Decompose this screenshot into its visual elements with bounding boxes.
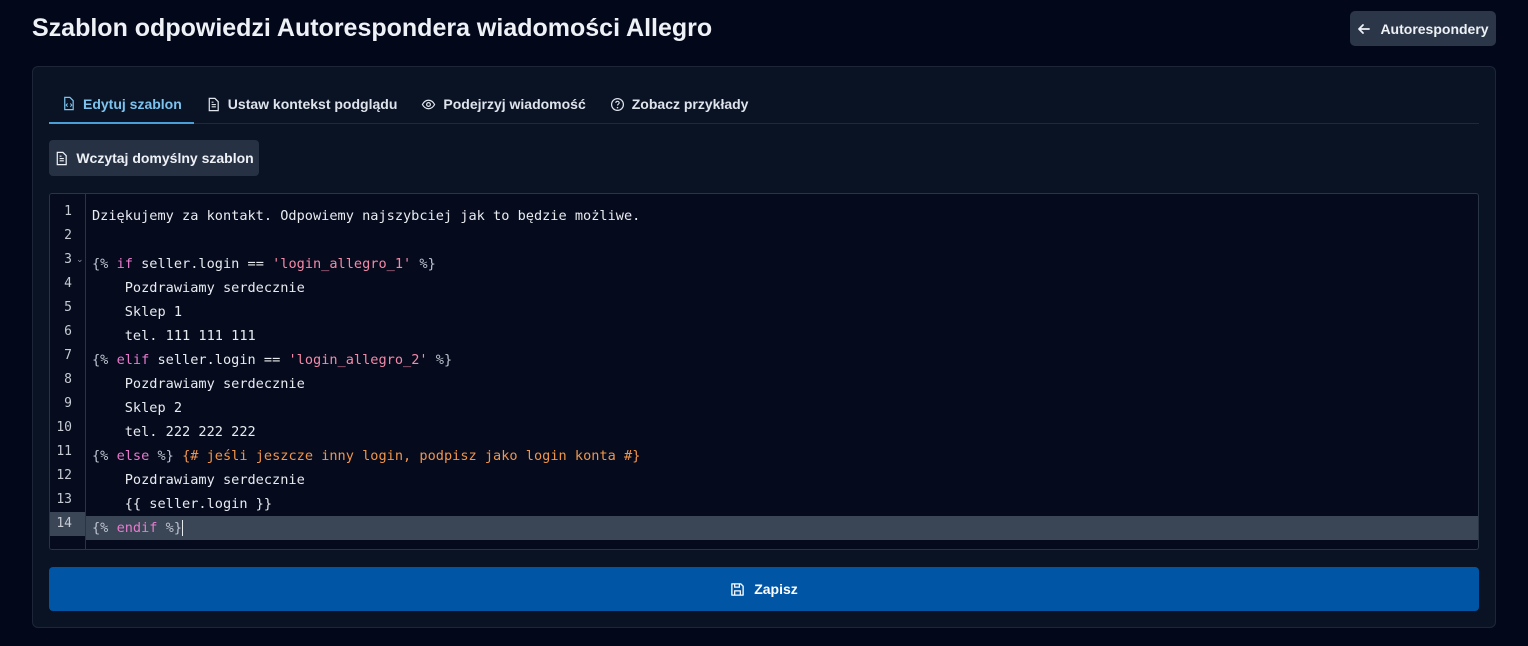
code-line[interactable]: tel. 111 111 111 bbox=[86, 324, 1478, 348]
code-editor[interactable]: 1 2 3 ⌄ 4 5 6 7 8 9 10 11 12 13 14 Dziękujemy za konta… bbox=[49, 193, 1479, 550]
line-number: 2 bbox=[64, 228, 72, 243]
line-number: 3 bbox=[64, 252, 72, 267]
line-number: 6 bbox=[64, 324, 72, 339]
template-panel: Edytuj szablon Ustaw kontekst podglądu P… bbox=[32, 66, 1496, 628]
line-number: 10 bbox=[56, 420, 72, 435]
document-icon bbox=[56, 151, 68, 165]
code-token: seller.login == bbox=[149, 352, 289, 368]
code-line[interactable]: tel. 222 222 222 bbox=[86, 420, 1478, 444]
code-line[interactable]: {% elif seller.login == 'login_allegro_2… bbox=[86, 348, 1478, 372]
code-token: endif bbox=[116, 520, 158, 536]
code-content[interactable]: Dziękujemy za kontakt. Odpowiemy najszyb… bbox=[86, 204, 1478, 540]
code-token: %} bbox=[419, 256, 436, 272]
line-number: 5 bbox=[64, 300, 72, 315]
code-file-icon bbox=[64, 96, 74, 111]
load-default-label: Wczytaj domyślny szablon bbox=[76, 150, 254, 166]
code-line[interactable]: {% endif %} bbox=[86, 516, 1478, 540]
code-line[interactable]: Pozdrawiamy serdecznie bbox=[86, 276, 1478, 300]
code-token: seller.login == bbox=[132, 256, 273, 272]
text-cursor bbox=[182, 520, 184, 536]
code-token: 'login_allegro_1' bbox=[272, 256, 412, 272]
back-button-label: Autorespondery bbox=[1380, 20, 1489, 37]
eye-icon bbox=[422, 99, 436, 109]
line-number: 13 bbox=[56, 492, 72, 507]
line-number: 9 bbox=[64, 396, 72, 411]
tab-preview-context[interactable]: Ustaw kontekst podglądu bbox=[194, 85, 410, 123]
code-line[interactable]: Pozdrawiamy serdecznie bbox=[86, 468, 1478, 492]
code-token: Pozdrawiamy serdecznie bbox=[92, 472, 305, 488]
tab-label: Edytuj szablon bbox=[83, 95, 182, 112]
code-token: Sklep 1 bbox=[92, 304, 183, 320]
code-token: {# jeśli jeszcze inny login, podpisz jak… bbox=[182, 448, 641, 464]
code-token: %} bbox=[165, 520, 183, 536]
save-label: Zapisz bbox=[754, 581, 798, 597]
code-token: %} bbox=[435, 352, 453, 368]
tab-examples[interactable]: Zobacz przykłady bbox=[598, 85, 761, 123]
arrow-left-icon bbox=[1358, 23, 1371, 34]
code-token: 'login_allegro_2' bbox=[288, 352, 428, 368]
tab-bar: Edytuj szablon Ustaw kontekst podglądu P… bbox=[49, 85, 1479, 124]
code-token: Pozdrawiamy serdecznie bbox=[92, 376, 305, 392]
question-circle-icon bbox=[610, 97, 624, 111]
tab-preview-message[interactable]: Podejrzyj wiadomość bbox=[409, 85, 597, 123]
code-token: Dziękujemy za kontakt. Odpowiemy najszyb… bbox=[92, 208, 641, 224]
tab-label: Zobacz przykłady bbox=[631, 96, 749, 112]
code-token: {{ seller.login }} bbox=[92, 496, 273, 512]
code-token: {% bbox=[92, 256, 109, 272]
code-line[interactable]: Sklep 1 bbox=[86, 300, 1478, 324]
code-token: {% bbox=[92, 448, 109, 464]
code-line[interactable] bbox=[86, 228, 1478, 252]
save-button[interactable]: Zapisz bbox=[49, 567, 1479, 611]
line-number: 7 bbox=[64, 348, 72, 363]
tab-label: Podejrzyj wiadomość bbox=[443, 96, 586, 112]
code-token: {% bbox=[92, 520, 109, 536]
page-title: Szablon odpowiedzi Autorespondera wiadom… bbox=[32, 14, 713, 42]
line-number: 11 bbox=[56, 444, 72, 459]
code-token: else bbox=[116, 448, 150, 464]
code-line[interactable]: {{ seller.login }} bbox=[86, 492, 1478, 516]
load-default-template-button[interactable]: Wczytaj domyślny szablon bbox=[49, 140, 259, 176]
code-token: {% bbox=[92, 352, 109, 368]
code-line[interactable]: {% else %} {# jeśli jeszcze inny login, … bbox=[86, 444, 1478, 468]
code-line[interactable]: Sklep 2 bbox=[86, 396, 1478, 420]
code-token: elif bbox=[116, 352, 150, 368]
code-line[interactable]: Pozdrawiamy serdecznie bbox=[86, 372, 1478, 396]
fold-chevron-icon[interactable]: ⌄ bbox=[76, 254, 84, 265]
line-number: 14 bbox=[50, 512, 85, 536]
code-line[interactable]: Dziękujemy za kontakt. Odpowiemy najszyb… bbox=[86, 204, 1478, 228]
code-token: tel. 111 111 111 bbox=[92, 328, 256, 344]
code-token: tel. 222 222 222 bbox=[92, 424, 256, 440]
save-icon bbox=[731, 582, 744, 596]
code-token: if bbox=[116, 256, 133, 272]
code-token: Pozdrawiamy serdecznie bbox=[92, 280, 305, 296]
code-token: %} bbox=[157, 448, 174, 464]
line-number: 8 bbox=[64, 372, 72, 387]
back-to-autoresponders-button[interactable]: Autorespondery bbox=[1350, 11, 1496, 46]
code-line[interactable]: {% if seller.login == 'login_allegro_1' … bbox=[86, 252, 1478, 276]
code-token: Sklep 2 bbox=[92, 400, 183, 416]
line-number: 12 bbox=[56, 468, 72, 483]
line-number: 4 bbox=[64, 276, 72, 291]
line-number: 1 bbox=[64, 204, 72, 219]
line-number-gutter: 1 2 3 ⌄ 4 5 6 7 8 9 10 11 12 13 14 bbox=[50, 194, 86, 549]
document-icon bbox=[208, 97, 219, 111]
tab-label: Ustaw kontekst podglądu bbox=[227, 96, 398, 112]
tab-edit-template[interactable]: Edytuj szablon bbox=[49, 85, 194, 124]
